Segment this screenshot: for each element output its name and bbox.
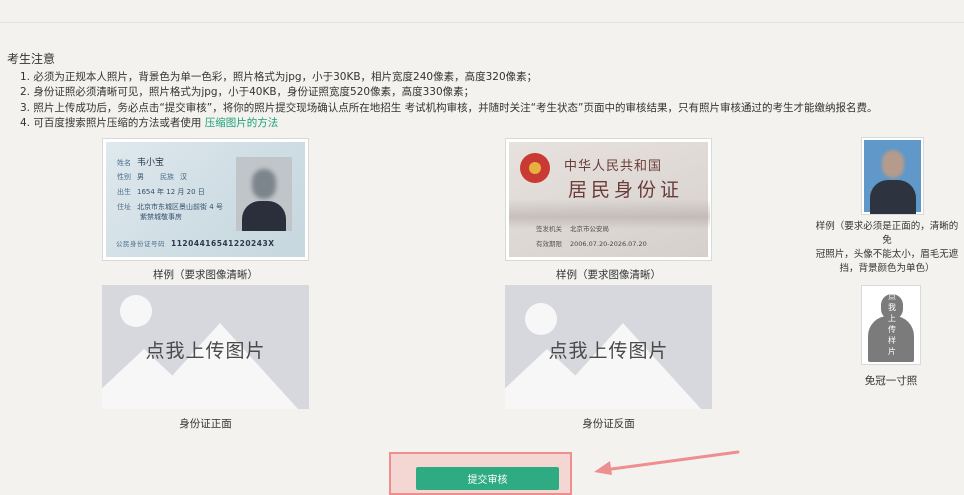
upload-id-front-caption: 身份证正面 — [179, 418, 232, 430]
id-back-sample-image: 中华人民共和国 居民身份证 签发机关 北京市公安局 有效期限 2006.07.20-… — [505, 138, 712, 261]
national-emblem-icon — [520, 153, 550, 183]
upload-id-back-button[interactable]: 点我上传图片 — [505, 285, 712, 409]
id-back-validity-row: 有效期限 2006.07.20-2026.07.20 — [536, 240, 647, 248]
notice-item-3: 3. 照片上传成功后，务必点击“提交审核”，将你的照片提交现场确认点所在地招生 … — [20, 101, 878, 114]
id-front-name-row: 姓名 韦小宝 — [117, 158, 165, 168]
id-front-birth-row: 出生 1654 年 12 月 20 日 — [117, 188, 205, 196]
id-back-sample-caption: 样例（要求图像清晰） — [556, 269, 661, 281]
id-front-number-row: 公民身份证号码 11204416541220243X — [116, 239, 275, 248]
pointer-arrow-icon — [594, 450, 740, 475]
id-back-title-country: 中华人民共和国 — [564, 159, 663, 174]
portrait-sample-caption: 样例（要求必须是正面的，清晰的免 冠照片，头像不能太小，眉毛无遮 挡，背景颜色为… — [815, 221, 959, 274]
id-front-sample-caption: 样例（要求图像清晰） — [153, 269, 258, 281]
upload-photo-caption: 免冠一寸照 — [864, 375, 918, 387]
notice-item-2: 2. 身份证照必须清晰可见，照片格式为jpg，小于40KB，身份证照宽度520像… — [20, 86, 475, 99]
notice-item-1: 1. 必须为正规本人照片，背景色为单一色彩，照片格式为jpg，小于30KB，相片… — [20, 71, 538, 83]
upload-id-front-button[interactable]: 点我上传图片 — [102, 285, 309, 409]
notice-item-4-text: 4. 可百度搜索照片压缩的方法或者使用 — [20, 117, 205, 130]
notice-title: 考生注意 — [7, 52, 56, 66]
upload-photo-button[interactable]: 点 我 上 传 样 片 — [861, 285, 921, 365]
id-front-address-row: 住址 北京市东城区景山前街 4 号 — [117, 203, 223, 211]
upload-photo-vertical-text: 点 我 上 传 样 片 — [888, 292, 896, 356]
id-back-title-card: 居民身份证 — [568, 179, 684, 201]
upload-id-back-text: 点我上传图片 — [548, 340, 669, 362]
id-back-authority-row: 签发机关 北京市公安局 — [536, 225, 609, 233]
id-front-address-line2: 紫禁城敬事房 — [140, 213, 182, 221]
notice-list: 1. 必须为正规本人照片，背景色为单一色彩，照片格式为jpg，小于30KB，相片… — [20, 70, 877, 132]
upload-id-back-caption: 身份证反面 — [582, 418, 635, 430]
upload-id-front-text: 点我上传图片 — [145, 340, 266, 362]
submit-review-button[interactable]: 提交审核 — [416, 467, 559, 490]
id-front-photo — [236, 157, 292, 231]
top-divider — [0, 22, 964, 23]
id-front-sex-row: 性别男民族汉 — [117, 173, 187, 181]
portrait-sample-image — [861, 137, 924, 215]
compress-link[interactable]: 压缩图片的方法 — [205, 117, 279, 129]
id-front-sample-image: 姓名 韦小宝 性别男民族汉 出生 1654 年 12 月 20 日 住址 北京市东城区… — [102, 138, 309, 261]
notice-item-4: 4. 可百度搜索照片压缩的方法或者使用 压缩图片的方法 — [20, 116, 877, 131]
